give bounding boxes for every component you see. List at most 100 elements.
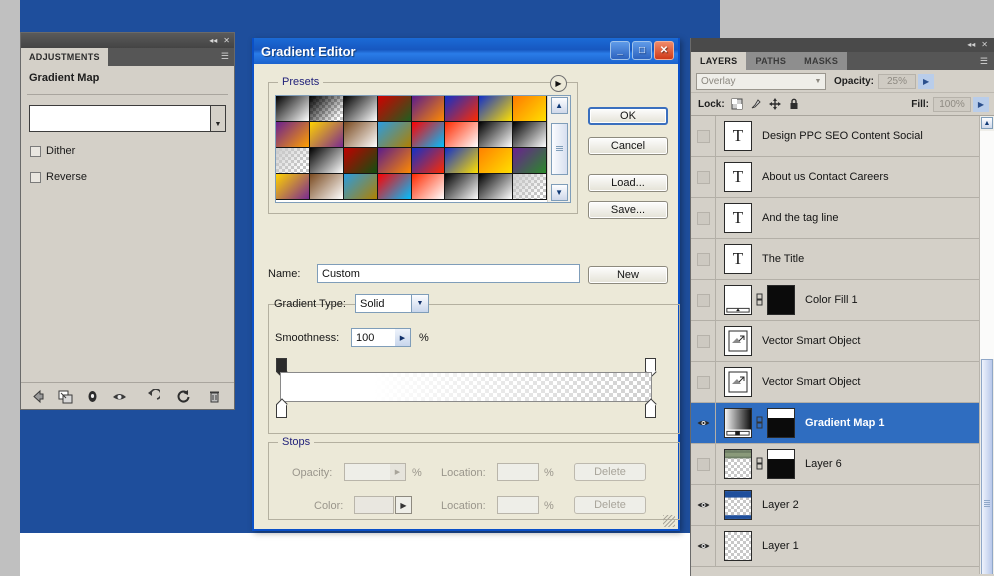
preset-swatch[interactable]	[411, 174, 446, 200]
view-previous-icon[interactable]	[85, 389, 100, 404]
minimize-icon[interactable]: _	[610, 41, 630, 60]
preset-swatch[interactable]	[343, 148, 378, 174]
layer-row[interactable]: Layer 6	[691, 444, 994, 485]
layer-thumbnail[interactable]	[724, 285, 752, 315]
scroll-up-icon[interactable]: ▲	[550, 97, 568, 114]
preset-swatch[interactable]	[513, 148, 548, 174]
eye-icon[interactable]	[697, 500, 710, 510]
gradient-editor-titlebar[interactable]: Gradient Editor _ □ ✕	[254, 38, 678, 64]
eye-icon-off[interactable]	[696, 170, 710, 184]
close-icon[interactable]: ✕	[223, 36, 230, 45]
opacity-stop-right[interactable]	[645, 358, 656, 372]
preset-swatch[interactable]	[479, 122, 514, 148]
load-button[interactable]: Load...	[588, 174, 668, 192]
scroll-up-icon[interactable]: ▲	[981, 117, 993, 129]
stepper-icon[interactable]: ▶	[390, 464, 405, 480]
eye-icon-off[interactable]	[696, 211, 710, 225]
layer-visibility-toggle[interactable]	[691, 485, 716, 525]
close-icon[interactable]: ✕	[981, 41, 988, 49]
preset-swatch[interactable]	[377, 96, 412, 122]
lock-transparency-icon[interactable]	[731, 98, 743, 110]
ok-button[interactable]: OK	[588, 107, 668, 125]
lock-all-icon[interactable]	[788, 98, 800, 110]
layer-visibility-toggle[interactable]	[691, 362, 716, 402]
layer-visibility-toggle[interactable]	[691, 321, 716, 361]
fill-value[interactable]: 100%	[933, 96, 971, 112]
eye-icon-off[interactable]	[696, 334, 710, 348]
eye-icon[interactable]	[697, 541, 710, 551]
save-button[interactable]: Save...	[588, 201, 668, 219]
layer-row[interactable]: Vector Smart Object	[691, 362, 994, 403]
layer-thumbnail[interactable]	[724, 449, 752, 479]
tab-masks[interactable]: MASKS	[795, 52, 848, 70]
layer-thumbnail[interactable]	[724, 367, 752, 397]
layer-visibility-toggle[interactable]	[691, 157, 716, 197]
fill-stepper-icon[interactable]: ▶	[973, 96, 989, 112]
clip-to-layer-icon[interactable]	[58, 389, 73, 404]
layer-row[interactable]: Color Fill 1	[691, 280, 994, 321]
lock-position-icon[interactable]	[768, 98, 781, 110]
layer-visibility-toggle[interactable]	[691, 444, 716, 484]
lock-image-icon[interactable]	[750, 98, 762, 110]
new-button[interactable]: New	[588, 266, 668, 284]
presets-swatch-grid[interactable]	[276, 96, 548, 202]
layer-row[interactable]: Layer 2	[691, 485, 994, 526]
layer-thumbnail[interactable]: T	[724, 244, 752, 274]
tab-adjustments[interactable]: ADJUSTMENTS	[21, 48, 108, 66]
preset-swatch[interactable]	[377, 174, 412, 200]
gradient-picker[interactable]: ▼	[29, 105, 226, 132]
eye-icon[interactable]	[697, 418, 710, 428]
layer-visibility-toggle[interactable]	[691, 280, 716, 320]
panel-menu-icon[interactable]: ☰	[221, 52, 229, 61]
preset-swatch[interactable]	[309, 122, 344, 148]
layer-visibility-toggle[interactable]	[691, 198, 716, 238]
preset-swatch[interactable]	[309, 148, 344, 174]
document-canvas-lower[interactable]	[20, 533, 720, 576]
layer-mask-thumbnail[interactable]	[767, 449, 795, 479]
eye-icon-off[interactable]	[696, 375, 710, 389]
layer-mask-thumbnail[interactable]	[767, 285, 795, 315]
opacity-stop-left[interactable]	[276, 358, 287, 372]
maximize-icon[interactable]: □	[632, 41, 652, 60]
layer-thumbnail[interactable]	[724, 326, 752, 356]
preset-swatch[interactable]	[479, 148, 514, 174]
preset-swatch[interactable]	[513, 96, 548, 122]
color-stop-right[interactable]	[645, 404, 656, 418]
eye-icon-off[interactable]	[696, 457, 710, 471]
name-input[interactable]: Custom	[317, 264, 580, 283]
scrollbar-track[interactable]	[980, 131, 994, 359]
layer-row[interactable]: T Design PPC SEO Content Social	[691, 116, 994, 157]
close-icon[interactable]: ✕	[654, 41, 674, 60]
preset-swatch[interactable]	[276, 122, 310, 148]
location-input-2[interactable]	[497, 496, 539, 514]
tab-layers[interactable]: LAYERS	[691, 52, 747, 70]
presets-list[interactable]: ▲ ▼	[275, 95, 571, 203]
opacity-value[interactable]: 25%	[878, 73, 917, 89]
preset-swatch[interactable]	[479, 174, 514, 200]
collapse-icon[interactable]: ◂◂	[209, 36, 217, 45]
gradient-preview-strip[interactable]	[280, 372, 652, 402]
scrollbar-thumb[interactable]	[550, 123, 568, 175]
preset-swatch[interactable]	[276, 96, 310, 122]
smoothness-input[interactable]: 100 ▶	[351, 328, 411, 347]
layer-row[interactable]: Layer 1	[691, 526, 994, 567]
delete-color-stop-button[interactable]: Delete	[574, 496, 646, 514]
layer-thumbnail[interactable]	[724, 531, 752, 561]
preset-swatch[interactable]	[276, 148, 310, 174]
link-icon[interactable]	[755, 456, 764, 472]
layer-thumbnail[interactable]	[724, 408, 752, 438]
layers-scrollbar[interactable]: ▲	[979, 116, 994, 574]
layer-visibility-toggle[interactable]	[691, 239, 716, 279]
chevron-down-icon[interactable]: ▼	[210, 105, 226, 132]
layer-thumbnail[interactable]: T	[724, 121, 752, 151]
preset-swatch[interactable]	[479, 96, 514, 122]
dither-checkbox[interactable]	[30, 145, 41, 157]
preset-swatch[interactable]	[513, 174, 548, 200]
preset-swatch[interactable]	[343, 122, 378, 148]
reverse-checkbox[interactable]	[30, 171, 41, 183]
return-icon[interactable]	[145, 388, 160, 404]
layer-row[interactable]: T The Title	[691, 239, 994, 280]
layer-thumbnail[interactable]	[724, 490, 752, 520]
stop-marker[interactable]	[276, 358, 287, 372]
tab-paths[interactable]: PATHS	[746, 52, 796, 70]
